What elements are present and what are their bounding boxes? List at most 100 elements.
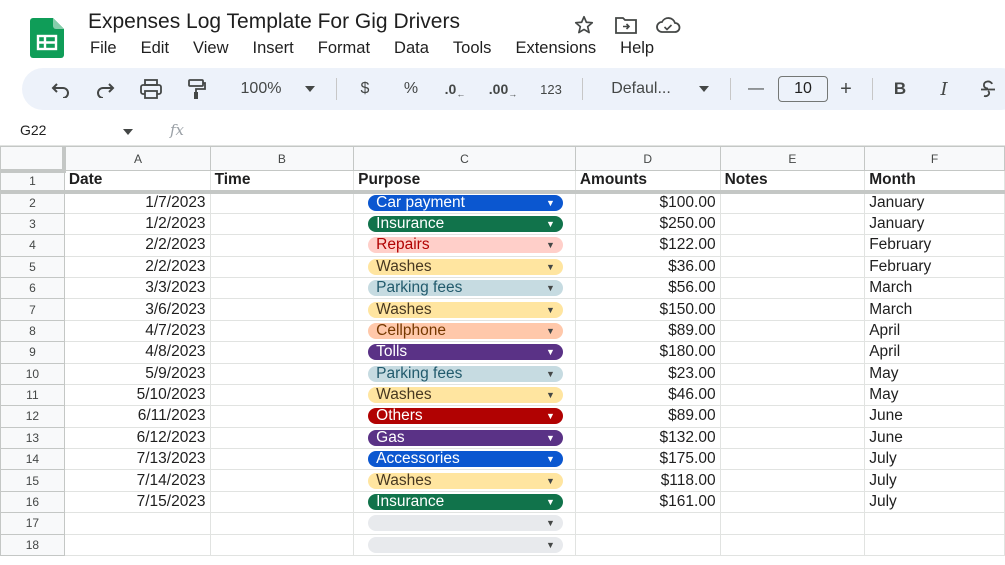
- column-header-c[interactable]: C: [353, 146, 576, 171]
- dropdown-arrow-icon[interactable]: ▼: [546, 259, 555, 275]
- dropdown-arrow-icon[interactable]: ▼: [546, 387, 555, 403]
- menu-tools[interactable]: Tools: [453, 38, 492, 59]
- date-cell[interactable]: 3/6/2023: [63, 298, 211, 321]
- paint-format-icon[interactable]: [182, 68, 212, 110]
- date-cell[interactable]: 7/13/2023: [63, 448, 211, 471]
- amount-cell[interactable]: $250.00: [574, 212, 721, 236]
- row-number[interactable]: 17: [0, 512, 65, 535]
- increase-font-size-button[interactable]: +: [834, 68, 858, 110]
- time-cell[interactable]: [209, 319, 355, 343]
- purpose-cell[interactable]: ▼: [353, 512, 576, 535]
- time-cell[interactable]: [209, 448, 355, 471]
- redo-icon[interactable]: [90, 68, 120, 110]
- menu-view[interactable]: View: [193, 38, 228, 59]
- time-cell[interactable]: [209, 383, 355, 407]
- row-number[interactable]: 10: [0, 362, 65, 385]
- notes-cell[interactable]: [719, 212, 866, 236]
- move-folder-icon[interactable]: [612, 12, 640, 38]
- row-number[interactable]: 15: [0, 469, 65, 492]
- menu-edit[interactable]: Edit: [141, 38, 169, 59]
- notes-cell[interactable]: [719, 341, 866, 364]
- percent-format-button[interactable]: %: [398, 68, 424, 110]
- purpose-dropdown-chip[interactable]: Parking fees ▼: [368, 365, 563, 382]
- purpose-dropdown-chip[interactable]: Others ▼: [368, 408, 563, 425]
- date-cell[interactable]: 3/3/2023: [63, 276, 211, 300]
- row-number[interactable]: 13: [0, 426, 65, 450]
- time-cell[interactable]: [209, 426, 355, 450]
- date-cell[interactable]: 7/14/2023: [63, 469, 211, 492]
- amount-cell[interactable]: $56.00: [574, 276, 721, 300]
- undo-icon[interactable]: [46, 68, 76, 110]
- row-number[interactable]: 4: [0, 234, 65, 257]
- star-icon[interactable]: [570, 12, 598, 38]
- purpose-cell[interactable]: Repairs ▼: [353, 234, 576, 257]
- dropdown-arrow-icon[interactable]: ▼: [546, 494, 555, 510]
- month-cell[interactable]: April: [864, 341, 1005, 364]
- row-number[interactable]: 14: [0, 448, 65, 471]
- amount-cell[interactable]: $150.00: [574, 298, 721, 321]
- column-header-d[interactable]: D: [574, 146, 721, 171]
- notes-cell[interactable]: [719, 255, 866, 278]
- purpose-cell[interactable]: Parking fees ▼: [353, 362, 576, 385]
- purpose-dropdown-chip[interactable]: Washes ▼: [368, 472, 563, 489]
- amount-cell[interactable]: $100.00: [574, 191, 721, 214]
- amount-cell[interactable]: [574, 512, 721, 535]
- date-cell[interactable]: 7/15/2023: [63, 490, 211, 514]
- menu-file[interactable]: File: [90, 38, 117, 59]
- amount-cell[interactable]: $23.00: [574, 362, 721, 385]
- purpose-cell[interactable]: Accessories ▼: [353, 448, 576, 471]
- purpose-cell[interactable]: Tolls ▼: [353, 341, 576, 364]
- dropdown-arrow-icon[interactable]: ▼: [546, 302, 555, 318]
- notes-cell[interactable]: [719, 276, 866, 300]
- menu-extensions[interactable]: Extensions: [515, 38, 596, 59]
- notes-cell[interactable]: [719, 405, 866, 428]
- time-cell[interactable]: [209, 298, 355, 321]
- purpose-dropdown-chip[interactable]: Washes ▼: [368, 301, 563, 318]
- header-cell-time[interactable]: Time: [209, 169, 355, 194]
- dropdown-arrow-icon[interactable]: ▼: [546, 408, 555, 424]
- dropdown-arrow-icon[interactable]: ▼: [546, 216, 555, 232]
- month-cell[interactable]: June: [864, 405, 1005, 428]
- italic-button[interactable]: I: [932, 68, 956, 110]
- dropdown-arrow-icon[interactable]: ▼: [546, 515, 555, 531]
- dropdown-arrow-icon[interactable]: ▼: [546, 537, 555, 553]
- bold-button[interactable]: B: [888, 68, 912, 110]
- time-cell[interactable]: [209, 341, 355, 364]
- dropdown-arrow-icon[interactable]: ▼: [546, 344, 555, 360]
- dropdown-arrow-icon[interactable]: ▼: [546, 237, 555, 253]
- purpose-dropdown-chip[interactable]: Cellphone ▼: [368, 322, 563, 339]
- amount-cell[interactable]: $46.00: [574, 383, 721, 407]
- number-format-button[interactable]: 123: [534, 68, 568, 110]
- time-cell[interactable]: [209, 191, 355, 214]
- time-cell[interactable]: [209, 276, 355, 300]
- month-cell[interactable]: April: [864, 319, 1005, 343]
- row-number[interactable]: 9: [0, 341, 65, 364]
- column-header-b[interactable]: B: [209, 146, 355, 171]
- notes-cell[interactable]: [719, 490, 866, 514]
- notes-cell[interactable]: [719, 234, 866, 257]
- notes-cell[interactable]: [719, 533, 866, 557]
- purpose-cell[interactable]: Gas ▼: [353, 426, 576, 450]
- amount-cell[interactable]: $132.00: [574, 426, 721, 450]
- month-cell[interactable]: February: [864, 255, 1005, 278]
- purpose-dropdown-chip[interactable]: Tolls ▼: [368, 344, 563, 361]
- purpose-dropdown-chip[interactable]: Washes ▼: [368, 387, 563, 404]
- header-cell-month[interactable]: Month: [864, 169, 1005, 194]
- date-cell[interactable]: 6/11/2023: [63, 405, 211, 428]
- notes-cell[interactable]: [719, 448, 866, 471]
- increase-decimal-button[interactable]: .00 →: [486, 68, 520, 110]
- notes-cell[interactable]: [719, 469, 866, 492]
- dropdown-arrow-icon[interactable]: ▼: [546, 280, 555, 296]
- month-cell[interactable]: July: [864, 490, 1005, 514]
- purpose-cell[interactable]: Others ▼: [353, 405, 576, 428]
- time-cell[interactable]: [209, 405, 355, 428]
- month-cell[interactable]: March: [864, 276, 1005, 300]
- row-number[interactable]: 1: [0, 169, 65, 194]
- month-cell[interactable]: [864, 512, 1005, 535]
- date-cell[interactable]: [63, 512, 211, 535]
- row-number[interactable]: 7: [0, 298, 65, 321]
- month-cell[interactable]: June: [864, 426, 1005, 450]
- row-number[interactable]: 3: [0, 212, 65, 236]
- row-number[interactable]: 8: [0, 319, 65, 343]
- amount-cell[interactable]: $180.00: [574, 341, 721, 364]
